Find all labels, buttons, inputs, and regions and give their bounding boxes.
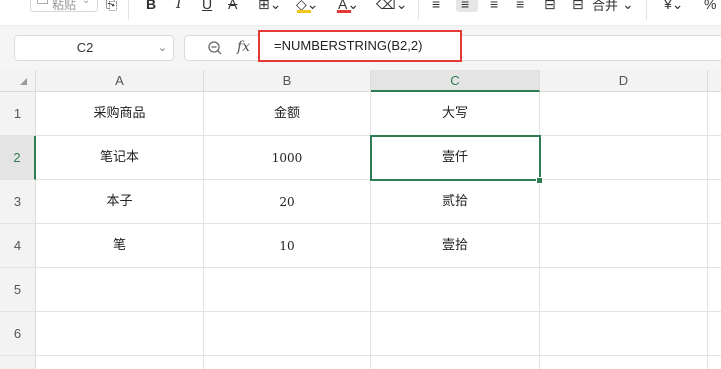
cell-e2[interactable] xyxy=(708,136,721,180)
cell-d3[interactable] xyxy=(540,180,708,224)
formula-text: =NUMBERSTRING(B2,2) xyxy=(274,38,423,53)
cell-d1[interactable] xyxy=(540,92,708,136)
cell-c6[interactable] xyxy=(371,312,540,356)
fill-color-swatch xyxy=(297,10,311,13)
row-header-4[interactable]: 4 xyxy=(0,224,36,268)
select-all-icon xyxy=(20,78,27,85)
chevron-down-icon[interactable]: ⌄ xyxy=(158,36,167,60)
cell-b7[interactable] xyxy=(204,356,371,369)
font-color-swatch xyxy=(337,10,351,13)
format-painter-icon[interactable]: ⎘ xyxy=(106,0,117,13)
cell-d4[interactable] xyxy=(540,224,708,268)
paste-button[interactable]: ▭ 粘贴 ⌄ xyxy=(30,0,100,14)
align-left-icon[interactable]: ≡ xyxy=(432,0,440,12)
merge-icon[interactable]: ⊟ xyxy=(572,0,584,13)
name-box[interactable]: C2 ⌄ xyxy=(14,35,174,61)
clear-icon[interactable]: ⌫⌄ xyxy=(376,0,408,13)
number-format-icon[interactable]: ¥⌄ xyxy=(664,0,684,13)
column-header-c[interactable]: C xyxy=(371,70,540,92)
cell-e5[interactable] xyxy=(708,268,721,312)
row-header-3[interactable]: 3 xyxy=(0,180,36,224)
strikethrough-icon[interactable]: A xyxy=(228,0,237,12)
fx-icon[interactable]: fx xyxy=(237,39,250,55)
cell-e4[interactable] xyxy=(708,224,721,268)
cell-c1[interactable]: 大写 xyxy=(371,92,540,136)
cell-d6[interactable] xyxy=(540,312,708,356)
cell-c3[interactable]: 贰拾 xyxy=(371,180,540,224)
row-header-2[interactable]: 2 xyxy=(0,136,36,180)
border-icon[interactable]: ⊞⌄ xyxy=(258,0,281,13)
column-header-b[interactable]: B xyxy=(204,70,371,92)
row-header-1[interactable]: 1 xyxy=(0,92,36,136)
row-header-6[interactable]: 6 xyxy=(0,312,36,356)
cell-b5[interactable] xyxy=(204,268,371,312)
row-header-5[interactable]: 5 xyxy=(0,268,36,312)
chevron-down-icon: ⌄ xyxy=(82,0,91,6)
column-header-a[interactable]: A xyxy=(36,70,204,92)
cell-e1[interactable] xyxy=(708,92,721,136)
percent-icon[interactable]: % xyxy=(704,0,716,12)
cell-a5[interactable] xyxy=(36,268,204,312)
cell-a2[interactable]: 笔记本 xyxy=(36,136,204,180)
cell-a7[interactable] xyxy=(36,356,204,369)
ribbon-toolbar: ▭ 粘贴 ⌄ ⎘ B I U A ⊞⌄ ◇⌄ A⌄ ⌫⌄ ≡ ≡ ≡ ≡ ⊟ ⊟… xyxy=(0,0,721,26)
cell-c7[interactable] xyxy=(371,356,540,369)
spreadsheet-grid: A B C D 1 2 3 4 5 6 采购商品 金额 大写 笔记本 1000 … xyxy=(0,70,721,369)
cell-c4[interactable]: 壹拾 xyxy=(371,224,540,268)
chevron-down-icon[interactable]: ⌄ xyxy=(622,0,634,13)
cell-c5[interactable] xyxy=(371,268,540,312)
select-all-corner[interactable] xyxy=(0,70,36,92)
cell-a6[interactable] xyxy=(36,312,204,356)
cell-a3[interactable]: 本子 xyxy=(36,180,204,224)
merge-label[interactable]: 合并 xyxy=(592,0,618,14)
divider xyxy=(646,0,647,20)
fill-handle[interactable] xyxy=(536,177,543,184)
cell-d5[interactable] xyxy=(540,268,708,312)
cell-b6[interactable] xyxy=(204,312,371,356)
zoom-icon[interactable] xyxy=(207,40,223,56)
name-box-value: C2 xyxy=(76,40,94,55)
align-right-icon[interactable]: ≡ xyxy=(490,0,498,12)
cell-b2[interactable]: 1000 xyxy=(204,136,371,180)
cell-b4[interactable]: 10 xyxy=(204,224,371,268)
cell-a4[interactable]: 笔 xyxy=(36,224,204,268)
align-center-icon[interactable]: ≡ xyxy=(461,0,469,12)
divider xyxy=(418,0,419,20)
cell-a1[interactable]: 采购商品 xyxy=(36,92,204,136)
paste-label: 粘贴 xyxy=(52,0,77,12)
column-header-e[interactable] xyxy=(708,70,721,92)
column-header-d[interactable]: D xyxy=(540,70,708,92)
cell-e6[interactable] xyxy=(708,312,721,356)
cell-d7[interactable] xyxy=(540,356,708,369)
divider xyxy=(128,0,129,20)
row-header-7[interactable] xyxy=(0,356,36,369)
underline-icon[interactable]: U xyxy=(202,0,212,12)
wrap-icon[interactable]: ⊟ xyxy=(544,0,556,13)
bold-icon[interactable]: B xyxy=(146,0,156,12)
cell-d2[interactable] xyxy=(540,136,708,180)
formula-input[interactable]: =NUMBERSTRING(B2,2) xyxy=(258,30,462,62)
cell-e3[interactable] xyxy=(708,180,721,224)
cell-b3[interactable]: 20 xyxy=(204,180,371,224)
active-cell-outline xyxy=(370,135,541,181)
italic-icon[interactable]: I xyxy=(176,0,182,12)
justify-icon[interactable]: ≡ xyxy=(516,0,524,12)
cell-b1[interactable]: 金额 xyxy=(204,92,371,136)
paste-icon: ▭ xyxy=(36,0,50,8)
